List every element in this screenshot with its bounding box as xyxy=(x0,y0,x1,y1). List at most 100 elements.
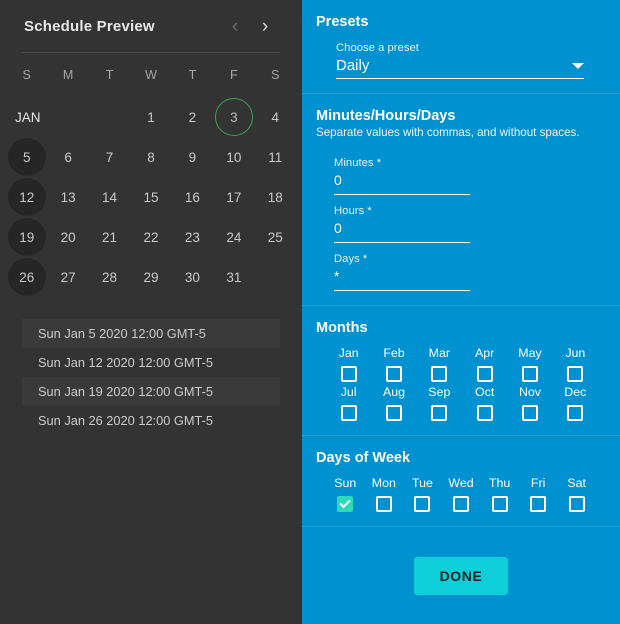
calendar-day: 21 xyxy=(102,229,118,245)
calendar-cell[interactable]: 7 xyxy=(89,137,130,177)
done-button[interactable]: DONE xyxy=(413,556,509,595)
panel-footer: DONE xyxy=(302,527,620,624)
calendar-cell[interactable]: 30 xyxy=(172,257,213,297)
calendar-cell[interactable]: 3 xyxy=(213,97,254,137)
day-of-week-checkbox-item[interactable]: Thu xyxy=(480,476,519,512)
checkbox-unchecked[interactable] xyxy=(375,496,392,512)
calendar-cell[interactable]: 6 xyxy=(47,137,88,177)
day-of-week-checkbox-item[interactable]: Mon xyxy=(365,476,404,512)
month-checkbox-item[interactable]: Jan xyxy=(326,346,371,382)
month-checkbox-item[interactable]: Sep xyxy=(417,385,462,421)
calendar-cell[interactable]: 27 xyxy=(47,257,88,297)
month-checkbox-item[interactable]: Nov xyxy=(507,385,552,421)
chevron-left-icon[interactable]: ‹ xyxy=(220,11,250,41)
months-checkbox-grid: Jan Feb Mar Apr May Jun Jul Aug Sep Oct Nov Dec xyxy=(316,338,604,421)
calendar-day-selected: 12 xyxy=(7,178,46,216)
calendar-cell[interactable]: 24 xyxy=(213,217,254,257)
checkbox-unchecked[interactable] xyxy=(476,366,493,382)
calendar-cell[interactable]: 28 xyxy=(89,257,130,297)
preset-select[interactable]: Daily xyxy=(336,57,584,79)
checkbox-unchecked[interactable] xyxy=(530,496,547,512)
checkbox-unchecked[interactable] xyxy=(431,366,448,382)
calendar-cell[interactable]: 14 xyxy=(89,177,130,217)
calendar-cell[interactable]: 19 xyxy=(6,217,47,257)
month-checkbox-item[interactable]: Jul xyxy=(326,385,371,421)
month-checkbox-item[interactable]: Mar xyxy=(417,346,462,382)
day-of-week-checkbox-item[interactable]: Wed xyxy=(442,476,481,512)
checkbox-unchecked[interactable] xyxy=(385,405,402,421)
calendar-cell[interactable]: 12 xyxy=(6,177,47,217)
month-checkbox-item[interactable]: Dec xyxy=(553,385,598,421)
checkbox-label: May xyxy=(518,346,542,360)
checkbox-unchecked[interactable] xyxy=(476,405,493,421)
weekday-label: W xyxy=(145,68,157,82)
checkbox-unchecked[interactable] xyxy=(414,496,431,512)
calendar-cell[interactable]: 16 xyxy=(172,177,213,217)
checkbox-checked[interactable] xyxy=(337,496,354,512)
checkbox-unchecked[interactable] xyxy=(567,405,584,421)
weekday-header-row: S M T W T F S xyxy=(0,53,302,97)
schedule-list-item[interactable]: Sun Jan 19 2020 12:00 GMT-5 xyxy=(22,377,280,406)
calendar-day: 18 xyxy=(267,189,283,205)
day-of-week-checkbox-item[interactable]: Fri xyxy=(519,476,558,512)
presets-section: Presets Choose a preset Daily xyxy=(302,0,620,94)
calendar-cell[interactable]: 10 xyxy=(213,137,254,177)
text-input[interactable]: * xyxy=(334,268,470,291)
checkbox-unchecked[interactable] xyxy=(340,405,357,421)
checkbox-unchecked[interactable] xyxy=(491,496,508,512)
preset-field-label: Choose a preset xyxy=(336,42,419,54)
checkbox-unchecked[interactable] xyxy=(568,496,585,512)
calendar-day-selected: 5 xyxy=(7,138,46,176)
month-checkbox-item[interactable]: Oct xyxy=(462,385,507,421)
calendar-cell xyxy=(89,97,130,137)
day-of-week-checkbox-item[interactable]: Sun xyxy=(326,476,365,512)
month-checkbox-item[interactable]: May xyxy=(507,346,552,382)
chevron-right-icon[interactable]: › xyxy=(250,11,280,41)
schedule-list-item[interactable]: Sun Jan 5 2020 12:00 GMT-5 xyxy=(22,319,280,348)
calendar-cell[interactable]: 29 xyxy=(130,257,171,297)
checkbox-label: Tue xyxy=(411,476,433,490)
month-checkbox-item[interactable]: Apr xyxy=(462,346,507,382)
calendar-cell[interactable]: 23 xyxy=(172,217,213,257)
mhd-field: Hours * 0 xyxy=(334,205,470,243)
calendar-cell[interactable]: 31 xyxy=(213,257,254,297)
day-of-week-checkbox-item[interactable]: Sat xyxy=(557,476,596,512)
calendar-cell[interactable]: 25 xyxy=(255,217,296,257)
calendar-cell[interactable]: 22 xyxy=(130,217,171,257)
month-checkbox-item[interactable]: Jun xyxy=(553,346,598,382)
text-input[interactable]: 0 xyxy=(334,220,470,243)
checkbox-unchecked[interactable] xyxy=(521,405,538,421)
calendar-cell[interactable]: 2 xyxy=(172,97,213,137)
checkbox-unchecked[interactable] xyxy=(521,366,538,382)
schedule-list-item[interactable]: Sun Jan 26 2020 12:00 GMT-5 xyxy=(22,406,280,435)
checkbox-unchecked[interactable] xyxy=(452,496,469,512)
page-title: Schedule Preview xyxy=(24,17,155,35)
calendar-day: 10 xyxy=(226,149,242,165)
calendar-cell[interactable]: 15 xyxy=(130,177,171,217)
calendar-cell[interactable]: 8 xyxy=(130,137,171,177)
calendar-cell[interactable]: 11 xyxy=(255,137,296,177)
calendar-cell[interactable]: 21 xyxy=(89,217,130,257)
calendar-cell[interactable]: 17 xyxy=(213,177,254,217)
calendar-cell[interactable]: 18 xyxy=(255,177,296,217)
calendar-cell[interactable]: 20 xyxy=(47,217,88,257)
month-checkbox-item[interactable]: Feb xyxy=(371,346,416,382)
checkbox-unchecked[interactable] xyxy=(567,366,584,382)
day-of-week-checkbox-item[interactable]: Tue xyxy=(403,476,442,512)
calendar-cell[interactable]: 9 xyxy=(172,137,213,177)
schedule-list-item[interactable]: Sun Jan 12 2020 12:00 GMT-5 xyxy=(22,348,280,377)
checkbox-unchecked[interactable] xyxy=(431,405,448,421)
calendar-cell[interactable]: 13 xyxy=(47,177,88,217)
checkbox-unchecked[interactable] xyxy=(385,366,402,382)
month-checkbox-item[interactable]: Aug xyxy=(371,385,416,421)
schedule-occurrence-list: Sun Jan 5 2020 12:00 GMT-5 Sun Jan 12 202… xyxy=(22,319,280,435)
calendar-cell[interactable]: 5 xyxy=(6,137,47,177)
calendar-cell[interactable]: 1 xyxy=(130,97,171,137)
checkbox-unchecked[interactable] xyxy=(340,366,357,382)
calendar-cell[interactable]: 26 xyxy=(6,257,47,297)
calendar-cell[interactable]: 4 xyxy=(255,97,296,137)
mhd-title: Minutes/Hours/Days xyxy=(316,108,456,124)
months-title: Months xyxy=(316,320,368,336)
mhd-subtitle: Separate values with commas, and without… xyxy=(316,126,580,139)
text-input[interactable]: 0 xyxy=(334,172,470,195)
